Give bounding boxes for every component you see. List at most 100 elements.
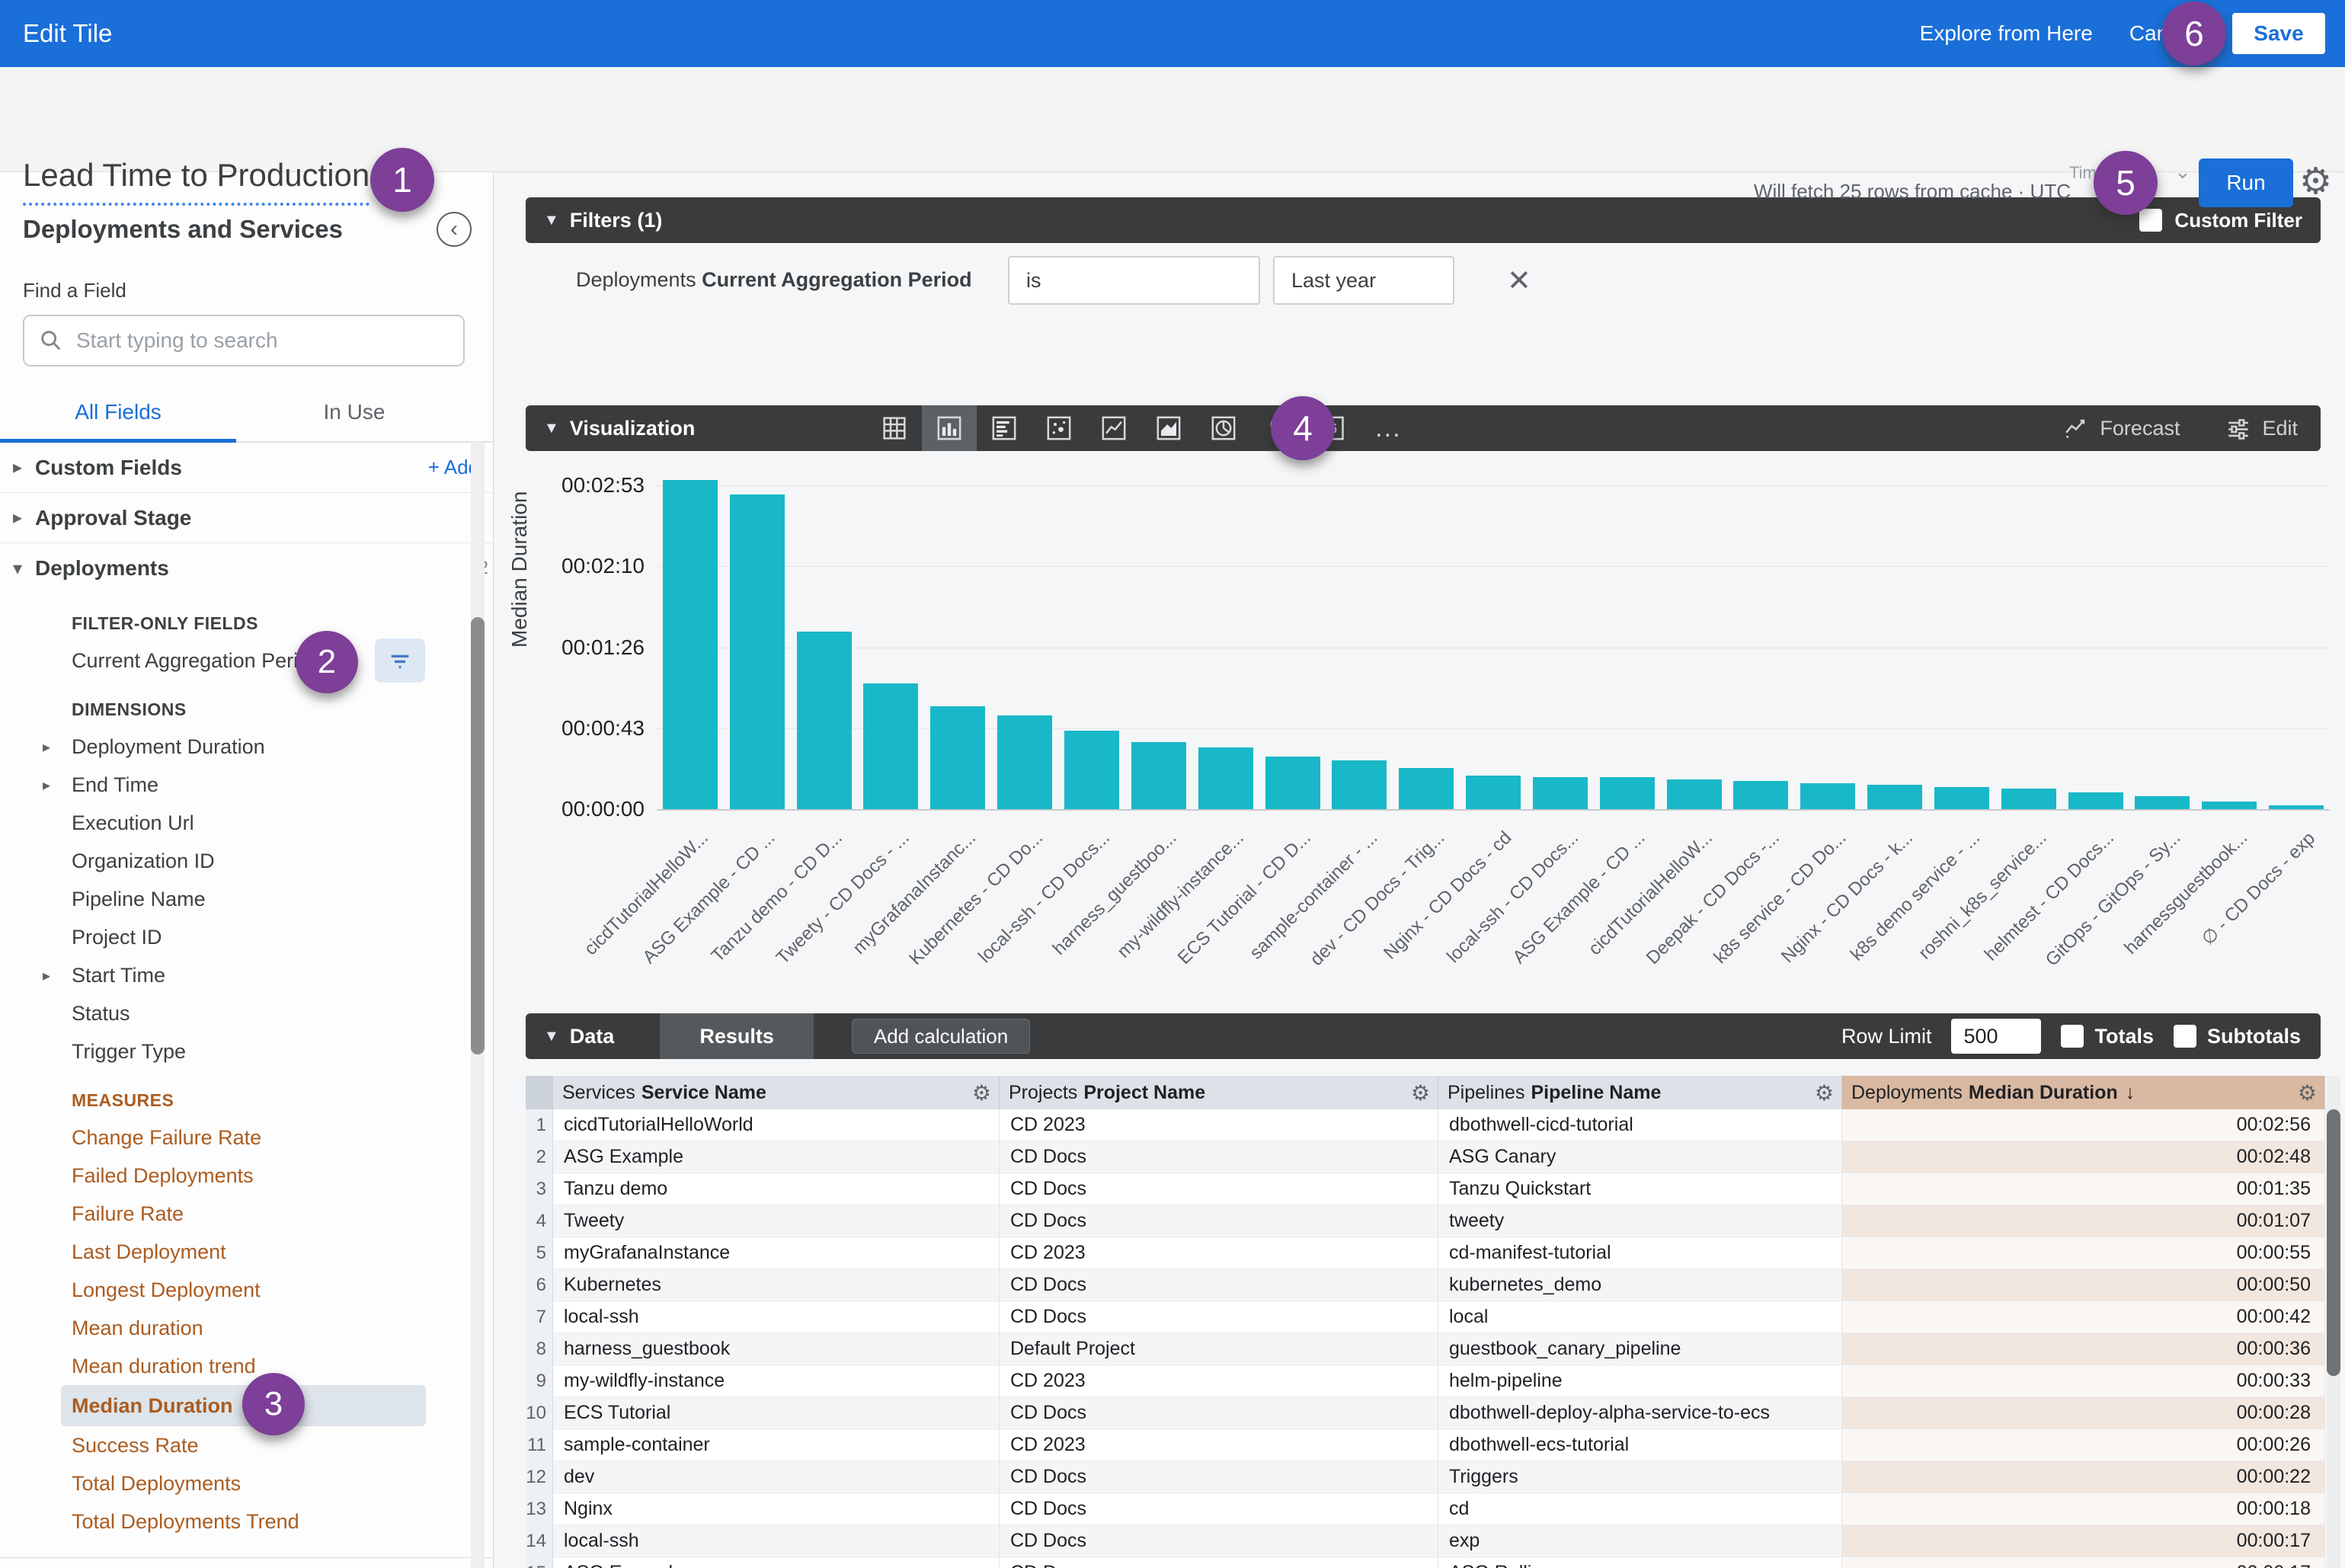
bar[interactable] — [1533, 777, 1588, 809]
add-calculation-button[interactable]: Add calculation — [852, 1019, 1030, 1054]
sidebar-group-execution-tags[interactable]: ▸Execution Tags — [0, 1558, 493, 1568]
subtotals-checkbox[interactable] — [2174, 1025, 2196, 1048]
sidebar-field-current-aggregation-period[interactable]: Current Aggregation Period2 — [0, 642, 493, 680]
table-row[interactable]: 1cicdTutorialHelloWorldCD 2023dbothwell-… — [526, 1109, 2325, 1141]
table-row[interactable]: 2ASG ExampleCD DocsASG Canary00:02:48 — [526, 1141, 2325, 1173]
subtotals-toggle[interactable]: Subtotals — [2174, 1025, 2301, 1048]
sidebar-field-last-deployment[interactable]: Last Deployment — [0, 1233, 493, 1271]
sidebar-group-approval-stage[interactable]: ▸Approval Stage — [0, 493, 493, 543]
bar[interactable] — [1466, 776, 1521, 809]
sidebar-field-end-time[interactable]: ▸End Time — [0, 766, 493, 804]
area-chart-icon[interactable] — [1141, 405, 1196, 451]
sidebar-field-execution-url[interactable]: Execution Url — [0, 804, 493, 842]
filter-operator-select[interactable]: is — [1008, 256, 1260, 305]
sidebar-group-custom-fields[interactable]: ▸Custom Fields+ Add — [0, 443, 493, 493]
bar[interactable] — [930, 706, 985, 809]
sidebar-field-organization-id[interactable]: Organization ID — [0, 842, 493, 880]
bar[interactable] — [1399, 768, 1454, 809]
sidebar-field-trigger-type[interactable]: Trigger Type — [0, 1032, 493, 1070]
totals-toggle[interactable]: Totals — [2061, 1025, 2154, 1048]
column-gear-icon[interactable]: ⚙ — [1815, 1080, 1834, 1106]
edit-viz-button[interactable]: Edit — [2225, 415, 2298, 441]
bar[interactable] — [1332, 760, 1387, 809]
caret-right-icon[interactable]: ▸ — [0, 507, 35, 529]
totals-checkbox[interactable] — [2061, 1025, 2084, 1048]
table-row[interactable]: 15ASG ExampleCD DocsASG Rolling00:00:17 — [526, 1557, 2325, 1568]
sidebar-field-longest-deployment[interactable]: Longest Deployment — [0, 1271, 493, 1309]
table-row[interactable]: 12devCD DocsTriggers00:00:22 — [526, 1461, 2325, 1493]
bar[interactable] — [1733, 781, 1788, 809]
bar[interactable] — [1198, 747, 1253, 809]
bar[interactable] — [2135, 796, 2190, 809]
data-section-bar[interactable]: ▼ Data Results Add calculation Row Limit… — [526, 1013, 2321, 1059]
table-row[interactable]: 5myGrafanaInstanceCD 2023cd-manifest-tut… — [526, 1237, 2325, 1269]
table-row[interactable]: 4TweetyCD Docstweety00:01:07 — [526, 1205, 2325, 1237]
sidebar-field-project-id[interactable]: Project ID — [0, 918, 493, 956]
forecast-button[interactable]: Forecast — [2063, 415, 2180, 441]
bar[interactable] — [1064, 731, 1119, 809]
pie-chart-icon[interactable] — [1196, 405, 1251, 451]
collapse-sidebar-button[interactable]: ‹ — [437, 212, 472, 247]
caret-right-icon[interactable]: ▸ — [0, 456, 35, 478]
sidebar-field-median-duration[interactable]: Median Duration3 — [61, 1385, 426, 1426]
sidebar-field-status[interactable]: Status — [0, 994, 493, 1032]
caret-right-icon[interactable]: ▸ — [43, 966, 50, 985]
bar[interactable] — [1667, 779, 1722, 809]
bar[interactable] — [1131, 742, 1186, 809]
bar[interactable] — [1600, 777, 1655, 809]
column-gear-icon[interactable]: ⚙ — [972, 1080, 991, 1106]
explore-from-here-button[interactable]: Explore from Here — [1920, 21, 2093, 46]
table-row[interactable]: 10ECS TutorialCD Docsdbothwell-deploy-al… — [526, 1397, 2325, 1429]
table-row[interactable]: 7local-sshCD Docslocal00:00:42 — [526, 1301, 2325, 1333]
filter-by-field-button[interactable] — [375, 638, 425, 683]
line-chart-icon[interactable] — [1086, 405, 1141, 451]
bar[interactable] — [1934, 787, 1989, 809]
bar[interactable] — [2202, 802, 2257, 809]
more-icon[interactable]: ... — [1361, 405, 1416, 451]
bar[interactable] — [2269, 805, 2324, 809]
tab-all-fields[interactable]: All Fields — [0, 400, 236, 441]
results-tab[interactable]: Results — [660, 1013, 814, 1059]
caret-down-icon[interactable]: ▾ — [0, 558, 35, 580]
column-header-median-duration[interactable]: DeploymentsMedian Duration↓⚙ — [1842, 1076, 2325, 1109]
sidebar-field-mean-duration-trend[interactable]: Mean duration trend — [0, 1347, 493, 1385]
column-chart-icon[interactable] — [922, 405, 977, 451]
save-button[interactable]: Save — [2232, 13, 2325, 54]
sidebar-scrollbar-thumb[interactable] — [471, 617, 485, 1054]
table-scrollbar-thumb[interactable] — [2327, 1109, 2340, 1376]
sidebar-group-deployments[interactable]: ▾Deployments2 — [0, 543, 493, 594]
column-header-pipeline-name[interactable]: PipelinesPipeline Name⚙ — [1438, 1076, 1842, 1109]
bar[interactable] — [1800, 783, 1855, 809]
custom-filter-toggle[interactable]: Custom Filter — [2139, 209, 2302, 232]
filters-section-bar[interactable]: ▼ Filters (1) Custom Filter — [526, 197, 2321, 243]
search-input[interactable] — [76, 328, 442, 353]
sidebar-field-start-time[interactable]: ▸Start Time — [0, 956, 493, 994]
sidebar-field-total-deployments[interactable]: Total Deployments — [0, 1464, 493, 1502]
sidebar-field-deployment-duration[interactable]: ▸Deployment Duration — [0, 728, 493, 766]
remove-filter-icon[interactable]: ✕ — [1507, 264, 1531, 298]
table-row[interactable]: 13NginxCD Docscd00:00:18 — [526, 1493, 2325, 1525]
gear-icon[interactable]: ⚙ — [2299, 160, 2332, 203]
bar[interactable] — [863, 683, 918, 809]
table-row[interactable]: 3Tanzu demoCD DocsTanzu Quickstart00:01:… — [526, 1173, 2325, 1205]
scatter-plot-icon[interactable] — [1032, 405, 1086, 451]
run-button[interactable]: Run — [2199, 158, 2293, 207]
bar[interactable] — [663, 480, 718, 809]
sidebar-field-success-rate[interactable]: Success Rate — [0, 1426, 493, 1464]
bar[interactable] — [730, 494, 785, 809]
filter-value-input[interactable]: Last year — [1273, 256, 1454, 305]
table-row[interactable]: 8harness_guestbookDefault Projectguestbo… — [526, 1333, 2325, 1365]
bar[interactable] — [797, 632, 852, 809]
table-chart-icon[interactable] — [867, 405, 922, 451]
custom-filter-checkbox[interactable] — [2139, 209, 2162, 232]
sidebar-field-change-failure-rate[interactable]: Change Failure Rate — [0, 1118, 493, 1157]
sidebar-field-failure-rate[interactable]: Failure Rate — [0, 1195, 493, 1233]
row-limit-input[interactable] — [1951, 1019, 2041, 1054]
column-header-project-name[interactable]: ProjectsProject Name⚙ — [1000, 1076, 1438, 1109]
table-row[interactable]: 11sample-containerCD 2023dbothwell-ecs-t… — [526, 1429, 2325, 1461]
caret-right-icon[interactable]: ▸ — [43, 776, 50, 795]
sidebar-field-pipeline-name[interactable]: Pipeline Name — [0, 880, 493, 918]
bar[interactable] — [1867, 785, 1922, 809]
column-gear-icon[interactable]: ⚙ — [1411, 1080, 1430, 1106]
column-gear-icon[interactable]: ⚙ — [2298, 1080, 2317, 1106]
